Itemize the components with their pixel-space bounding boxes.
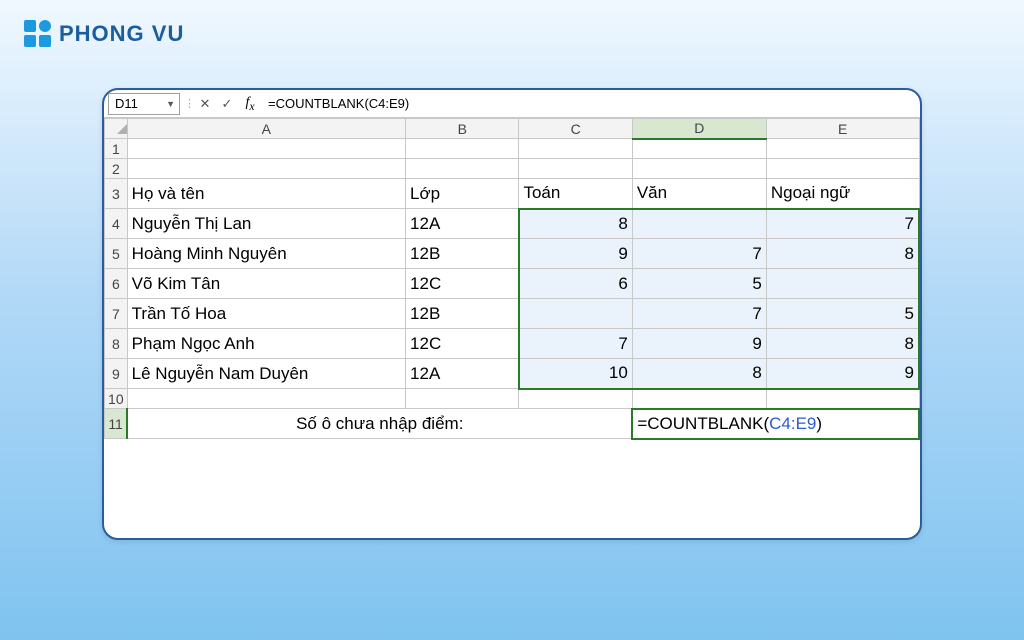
cell-lit[interactable]: 7 bbox=[632, 239, 766, 269]
header-name[interactable]: Họ và tên bbox=[127, 179, 405, 209]
header-math[interactable]: Toán bbox=[519, 179, 632, 209]
col-header-d[interactable]: D bbox=[632, 119, 766, 139]
cell[interactable] bbox=[519, 159, 632, 179]
cell-name[interactable]: Nguyễn Thị Lan bbox=[127, 209, 405, 239]
row-header[interactable]: 7 bbox=[105, 299, 128, 329]
cell-math[interactable]: 8 bbox=[519, 209, 632, 239]
cell-class[interactable]: 12B bbox=[406, 299, 519, 329]
cell-lit[interactable]: 5 bbox=[632, 269, 766, 299]
cell[interactable] bbox=[519, 389, 632, 409]
cell-lang[interactable]: 8 bbox=[766, 329, 919, 359]
chevron-down-icon[interactable]: ▼ bbox=[166, 99, 175, 109]
name-box-value: D11 bbox=[115, 96, 138, 111]
name-box[interactable]: D11 ▼ bbox=[108, 93, 180, 115]
cell-lang[interactable]: 8 bbox=[766, 239, 919, 269]
summary-label[interactable]: Số ô chưa nhập điểm: bbox=[127, 409, 632, 439]
accept-formula-button[interactable]: ✓ bbox=[216, 96, 238, 112]
cell-math[interactable]: 10 bbox=[519, 359, 632, 389]
separator: ⋮ bbox=[184, 97, 194, 110]
select-all-corner[interactable] bbox=[105, 119, 128, 139]
row-header[interactable]: 5 bbox=[105, 239, 128, 269]
cell-name[interactable]: Lê Nguyễn Nam Duyên bbox=[127, 359, 405, 389]
cell-math[interactable]: 6 bbox=[519, 269, 632, 299]
col-header-a[interactable]: A bbox=[127, 119, 405, 139]
formula-prefix: =COUNTBLANK( bbox=[637, 414, 769, 433]
formula-input[interactable]: =COUNTBLANK(C4:E9) bbox=[262, 96, 920, 111]
header-lit[interactable]: Văn bbox=[632, 179, 766, 209]
spreadsheet-grid[interactable]: A B C D E 1 2 3 Họ và tên Lớp Toán Văn N… bbox=[104, 118, 920, 440]
formula-suffix: ) bbox=[816, 414, 822, 433]
cell-class[interactable]: 12C bbox=[406, 329, 519, 359]
excel-window: D11 ▼ ⋮ ✕ ✓ fx =COUNTBLANK(C4:E9) A B C … bbox=[102, 88, 922, 540]
cell-name[interactable]: Phạm Ngọc Anh bbox=[127, 329, 405, 359]
cell-math[interactable]: 9 bbox=[519, 239, 632, 269]
cell-name[interactable]: Trần Tố Hoa bbox=[127, 299, 405, 329]
cell-name[interactable]: Hoàng Minh Nguyên bbox=[127, 239, 405, 269]
formula-bar: D11 ▼ ⋮ ✕ ✓ fx =COUNTBLANK(C4:E9) bbox=[104, 90, 920, 118]
brand-logo: PHONG VU bbox=[24, 20, 184, 47]
row-header[interactable]: 10 bbox=[105, 389, 128, 409]
active-cell-d11[interactable]: =COUNTBLANK(C4:E9) bbox=[632, 409, 919, 439]
cell-lang[interactable] bbox=[766, 269, 919, 299]
cell-class[interactable]: 12B bbox=[406, 239, 519, 269]
cell-lang[interactable]: 7 bbox=[766, 209, 919, 239]
cell-class[interactable]: 12A bbox=[406, 359, 519, 389]
cancel-formula-button[interactable]: ✕ bbox=[194, 96, 216, 112]
cell-class[interactable]: 12A bbox=[406, 209, 519, 239]
cell-name[interactable]: Võ Kim Tân bbox=[127, 269, 405, 299]
fx-icon[interactable]: fx bbox=[238, 95, 262, 113]
cell[interactable] bbox=[766, 389, 919, 409]
row-header[interactable]: 8 bbox=[105, 329, 128, 359]
cell[interactable] bbox=[127, 159, 405, 179]
row-header[interactable]: 1 bbox=[105, 139, 128, 159]
cell[interactable] bbox=[766, 139, 919, 159]
row-header[interactable]: 6 bbox=[105, 269, 128, 299]
cell-lit[interactable]: 8 bbox=[632, 359, 766, 389]
cell[interactable] bbox=[406, 139, 519, 159]
cell[interactable] bbox=[519, 139, 632, 159]
col-header-e[interactable]: E bbox=[766, 119, 919, 139]
cell-lang[interactable]: 9 bbox=[766, 359, 919, 389]
cell[interactable] bbox=[632, 159, 766, 179]
col-header-c[interactable]: C bbox=[519, 119, 632, 139]
header-class[interactable]: Lớp bbox=[406, 179, 519, 209]
row-header[interactable]: 9 bbox=[105, 359, 128, 389]
cell-class[interactable]: 12C bbox=[406, 269, 519, 299]
cell-lit[interactable] bbox=[632, 209, 766, 239]
brand-name: PHONG VU bbox=[59, 21, 184, 47]
formula-ref: C4:E9 bbox=[769, 414, 816, 433]
cell[interactable] bbox=[127, 389, 405, 409]
cell[interactable] bbox=[127, 139, 405, 159]
cell-lang[interactable]: 5 bbox=[766, 299, 919, 329]
cell[interactable] bbox=[406, 159, 519, 179]
row-header[interactable]: 4 bbox=[105, 209, 128, 239]
row-header[interactable]: 3 bbox=[105, 179, 128, 209]
cell[interactable] bbox=[632, 139, 766, 159]
row-header[interactable]: 11 bbox=[105, 409, 128, 439]
cell[interactable] bbox=[766, 159, 919, 179]
cell[interactable] bbox=[406, 389, 519, 409]
row-header[interactable]: 2 bbox=[105, 159, 128, 179]
cell-math[interactable]: 7 bbox=[519, 329, 632, 359]
cell-lit[interactable]: 9 bbox=[632, 329, 766, 359]
cell[interactable] bbox=[632, 389, 766, 409]
col-header-b[interactable]: B bbox=[406, 119, 519, 139]
header-lang[interactable]: Ngoại ngữ bbox=[766, 179, 919, 209]
cell-math[interactable] bbox=[519, 299, 632, 329]
cell-lit[interactable]: 7 bbox=[632, 299, 766, 329]
logo-mark-icon bbox=[24, 20, 51, 47]
